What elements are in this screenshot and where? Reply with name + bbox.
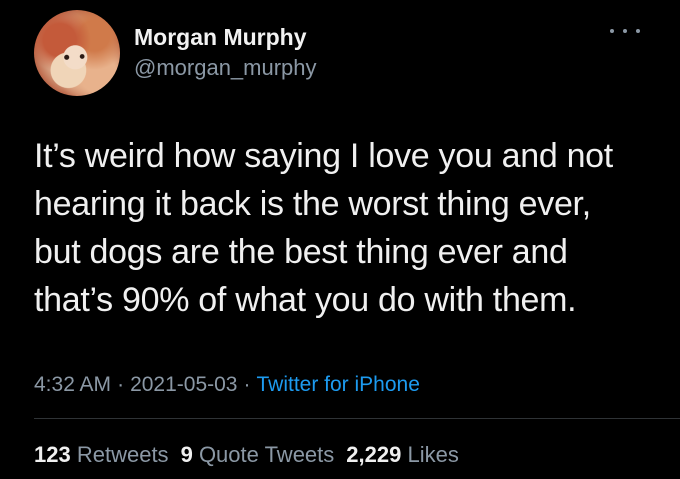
ellipsis-icon[interactable] [610,26,640,36]
quote-tweets-label: Quote Tweets [198,442,335,467]
tweet-card: Morgan Murphy @morgan_murphy It’s weird … [0,0,680,479]
quote-tweets-stat[interactable]: 9 Quote Tweets [181,442,335,467]
tweet-meta: 4:32 AM · 2021-05-03 · Twitter for iPhone [34,373,420,397]
tweet-text: It’s weird how saying I love you and not… [34,132,664,324]
likes-count: 2,229 [346,442,402,467]
quote-tweets-count: 9 [180,442,193,467]
meta-separator: · [243,373,251,396]
ellipsis-dot [623,29,627,33]
tweet-text-line: that’s 90% of what you do with them. [34,281,577,319]
tweet-text-line: but dogs are the best thing ever and [34,233,568,271]
author-handle[interactable]: @morgan_murphy [134,55,317,81]
author-display-name[interactable]: Morgan Murphy [134,24,307,51]
ellipsis-dot [636,29,640,33]
retweets-stat[interactable]: 123 Retweets [34,442,169,467]
retweets-label: Retweets [76,442,169,467]
tweet-date[interactable]: 2021-05-03 [130,373,237,396]
tweet-source-link[interactable]: Twitter for iPhone [256,373,419,396]
tweet-time[interactable]: 4:32 AM [34,373,111,396]
tweet-text-line: hearing it back is the worst thing ever, [34,185,591,223]
tweet-stats: 123 Retweets 9 Quote Tweets 2,229 Likes [34,442,471,468]
avatar[interactable] [34,10,120,96]
meta-separator: · [117,373,125,396]
divider [34,418,680,419]
likes-stat[interactable]: 2,229 Likes [346,442,459,467]
ellipsis-dot [610,29,614,33]
likes-label: Likes [407,442,459,467]
tweet-text-line: It’s weird how saying I love you and not [34,137,613,175]
retweets-count: 123 [34,442,71,467]
